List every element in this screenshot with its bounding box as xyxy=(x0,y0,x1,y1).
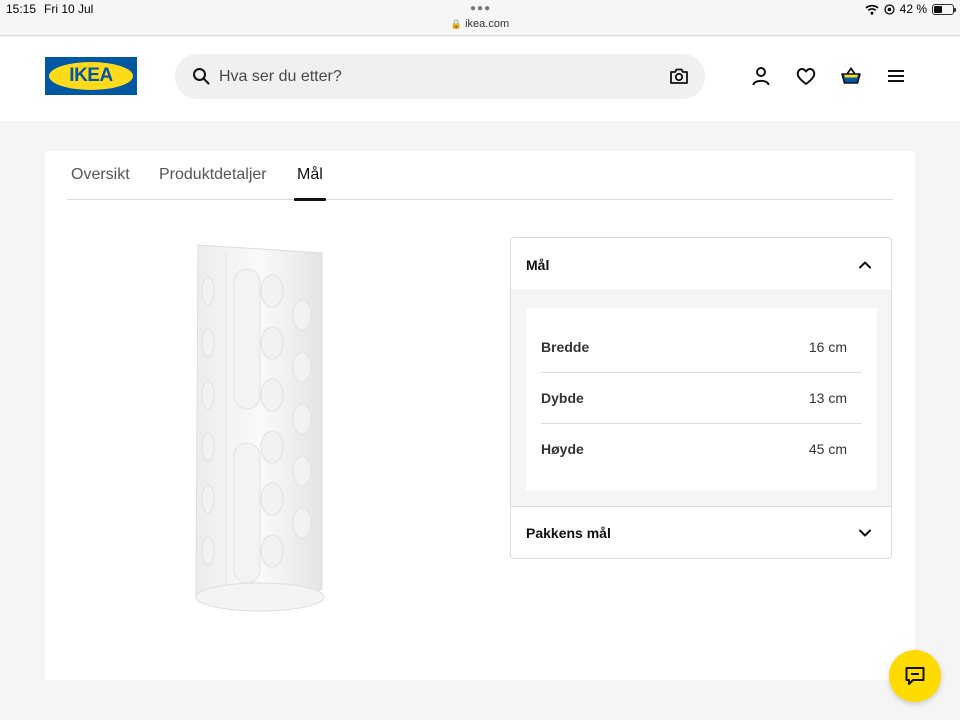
search-bar[interactable] xyxy=(175,54,705,99)
dimensions-title: Mål xyxy=(526,257,550,273)
product-tabs: Oversikt Produktdetaljer Mål xyxy=(67,151,893,201)
product-image xyxy=(195,244,325,612)
url-text: ikea.com xyxy=(465,18,510,30)
search-icon[interactable] xyxy=(192,67,210,85)
chat-icon xyxy=(905,667,925,685)
status-bar: 15:15 Fri 10 Jul ●●● 🔒 ikea.com 42 % xyxy=(0,0,960,36)
chevron-up-icon[interactable] xyxy=(858,258,872,272)
more-dots-icon[interactable]: ●●● xyxy=(470,3,491,14)
dimension-row-width: Bredde 16 cm xyxy=(541,322,862,373)
dimension-label: Bredde xyxy=(541,339,590,355)
logo-text: IKEA xyxy=(69,65,113,86)
menu-icon[interactable] xyxy=(885,65,907,87)
dimensions-accordion-header[interactable]: Mål xyxy=(511,238,891,291)
dimensions-accordion-body: Bredde 16 cm Dybde 13 cm Høyde 45 cm xyxy=(511,291,891,506)
status-right: 42 % xyxy=(865,2,956,16)
tab-product-details[interactable]: Produktdetaljer xyxy=(159,166,267,200)
battery-fill xyxy=(934,5,942,13)
logo-oval: IKEA xyxy=(49,62,133,90)
dimension-label: Dybde xyxy=(541,390,584,406)
dimensions-accordion: Mål Bredde 16 cm Dybde 13 cm Høyde 45 cm xyxy=(510,237,892,559)
camera-icon[interactable] xyxy=(669,66,689,86)
site-header: IKEA xyxy=(0,37,960,121)
status-date: Fri 10 Jul xyxy=(44,2,94,16)
dimension-row-height: Høyde 45 cm xyxy=(541,424,862,475)
dimension-row-depth: Dybde 13 cm xyxy=(541,373,862,424)
basket-icon[interactable] xyxy=(840,65,862,87)
dimensions-table: Bredde 16 cm Dybde 13 cm Høyde 45 cm xyxy=(526,308,877,490)
battery-percent: 42 % xyxy=(899,2,927,16)
user-icon[interactable] xyxy=(750,65,772,87)
chevron-down-icon[interactable] xyxy=(858,526,872,540)
package-dimensions-title: Pakkens mål xyxy=(526,525,611,541)
battery-icon xyxy=(932,3,956,15)
location-icon xyxy=(884,3,895,15)
lock-icon: 🔒 xyxy=(450,19,463,29)
status-time: 15:15 xyxy=(6,2,37,16)
address-bar[interactable]: 🔒 ikea.com xyxy=(0,18,960,30)
dimension-value: 45 cm xyxy=(808,441,847,457)
dimension-value: 16 cm xyxy=(808,339,847,355)
tab-overview[interactable]: Oversikt xyxy=(71,166,130,200)
dimension-value: 13 cm xyxy=(808,390,847,406)
heart-icon[interactable] xyxy=(795,65,817,87)
search-input[interactable] xyxy=(219,54,659,99)
package-dimensions-accordion-header[interactable]: Pakkens mål xyxy=(511,506,891,558)
tab-dimensions[interactable]: Mål xyxy=(294,166,326,201)
ikea-logo[interactable]: IKEA xyxy=(45,57,137,95)
product-card: Oversikt Produktdetaljer Mål Mål Bredde … xyxy=(45,151,915,680)
chat-button[interactable] xyxy=(889,650,941,702)
wifi-icon xyxy=(865,4,879,15)
dimension-label: Høyde xyxy=(541,441,584,457)
